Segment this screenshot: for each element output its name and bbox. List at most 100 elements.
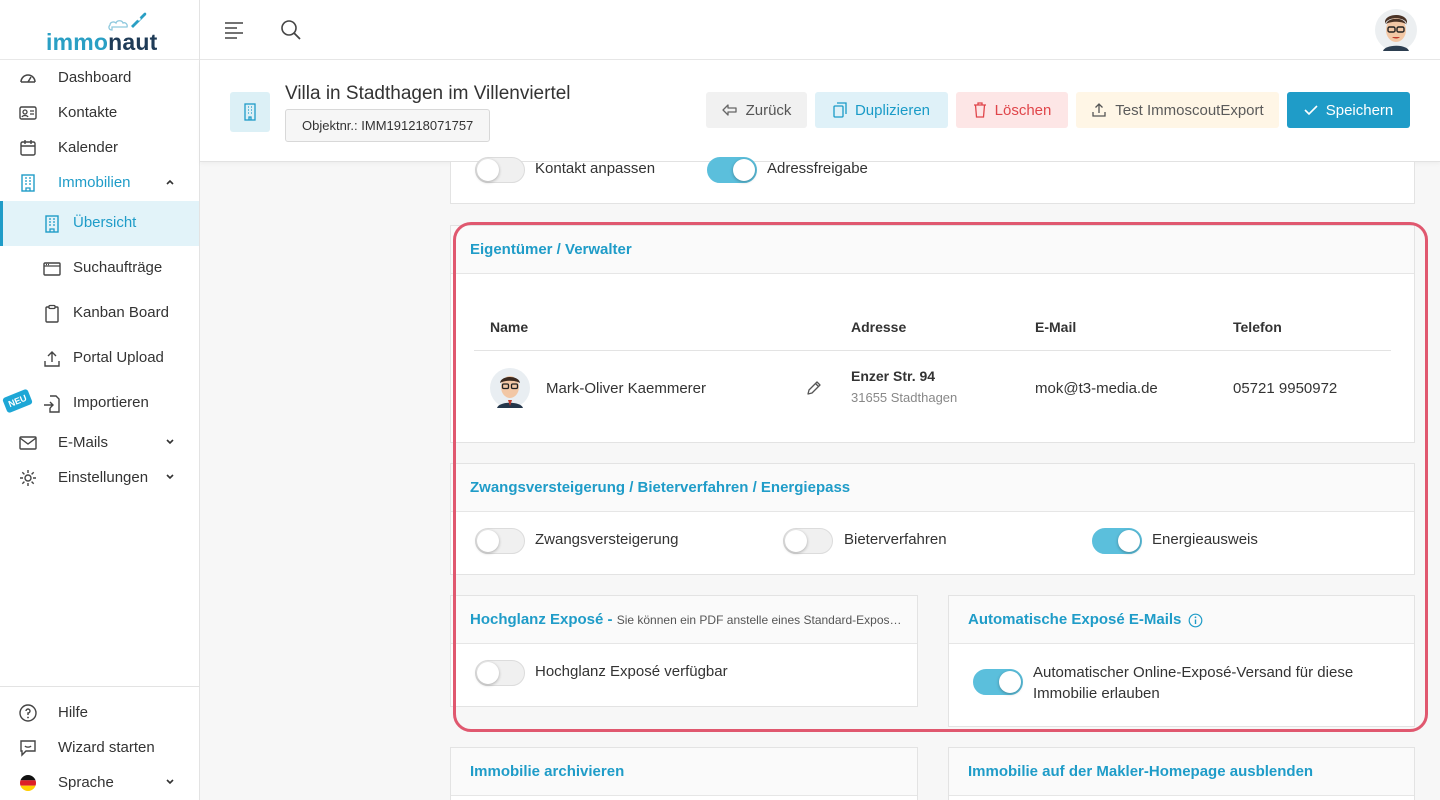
- sidebar-subitem-uebersicht[interactable]: Übersicht: [0, 201, 199, 246]
- sidebar-item-sprache[interactable]: Sprache: [0, 765, 199, 800]
- toggle-auto-expose[interactable]: [973, 669, 1023, 695]
- hide-homepage-title: Immobilie auf der Makler-Homepage ausble…: [968, 763, 1314, 780]
- panel-header: Hochglanz Exposé - Sie können ein PDF an…: [451, 596, 917, 644]
- sidebar-subitem-suchauftraege[interactable]: Suchaufträge: [0, 246, 199, 291]
- hochglanz-title-text: Hochglanz Exposé -: [470, 611, 617, 628]
- browser-icon: [43, 262, 61, 276]
- toggle-label: Automatischer Online-Exposé-Versand für …: [1033, 662, 1353, 704]
- delete-button[interactable]: Löschen: [956, 92, 1068, 128]
- sidebar-subitem-label: Importieren: [73, 394, 149, 411]
- toggle-knob: [477, 662, 499, 684]
- page-header: Villa in Stadthagen im Villenviertel Obj…: [200, 60, 1440, 162]
- chevron-up-icon: [166, 179, 174, 185]
- toggle-knob: [999, 671, 1021, 693]
- toggle-knob: [1118, 530, 1140, 552]
- chat-icon: [20, 740, 36, 757]
- back-label: Zurück: [745, 101, 792, 119]
- hochglanz-title: Hochglanz Exposé - Sie können ein PDF an…: [470, 611, 900, 628]
- hochglanz-subtitle: Sie können ein PDF anstelle eines Standa…: [616, 613, 900, 627]
- logo-text: immonaut: [46, 29, 158, 56]
- dashboard-icon: [20, 74, 36, 83]
- edit-icon[interactable]: [806, 380, 822, 396]
- sidebar-subitem-portal-upload[interactable]: Portal Upload: [0, 336, 199, 381]
- sidebar-subitem-label: Portal Upload: [73, 349, 164, 366]
- auction-panel: Zwangsversteigerung / Bieterverfahren / …: [450, 463, 1415, 575]
- upload-icon: [1092, 103, 1106, 117]
- sidebar-item-hilfe[interactable]: Hilfe: [0, 695, 199, 730]
- chevron-down-icon: [166, 439, 174, 445]
- sidebar-item-einstellungen[interactable]: Einstellungen: [0, 460, 199, 495]
- sidebar-subitem-label: Übersicht: [73, 214, 137, 231]
- logo-part1: immo: [46, 29, 109, 55]
- sidebar-item-kalender[interactable]: Kalender: [0, 130, 199, 165]
- upload-icon: [44, 351, 60, 367]
- help-icon: [19, 704, 37, 722]
- owner-email[interactable]: mok@t3-media.de: [1035, 380, 1158, 397]
- contacts-icon: [19, 106, 37, 120]
- german-flag-icon: [20, 775, 36, 791]
- toggle-label: Energieausweis: [1152, 531, 1258, 548]
- sidebar-item-label: Wizard starten: [58, 739, 155, 756]
- toggle-hochglanz[interactable]: [475, 660, 525, 686]
- info-icon[interactable]: [1188, 613, 1203, 628]
- sidebar-item-label: Kontakte: [58, 104, 118, 121]
- auction-title: Zwangsversteigerung / Bieterverfahren / …: [470, 479, 851, 496]
- sidebar-item-emails[interactable]: E-Mails: [0, 425, 199, 460]
- toggle-bieterverfahren[interactable]: [783, 528, 833, 554]
- archive-panel: Immobilie archivieren: [450, 747, 918, 800]
- panel-header: Zwangsversteigerung / Bieterverfahren / …: [451, 464, 1414, 512]
- export-button[interactable]: Test ImmoscoutExport: [1076, 92, 1279, 128]
- auto-expose-title: Automatische Exposé E-Mails: [968, 611, 1182, 628]
- toggle-label-line1: Automatischer Online-Exposé-Versand für …: [1033, 664, 1354, 681]
- toggle-label: Bieterverfahren: [844, 531, 947, 548]
- sidebar-item-kontakte[interactable]: Kontakte: [0, 95, 199, 130]
- toggle-label: Kontakt anpassen: [535, 160, 656, 177]
- building-icon: [45, 215, 59, 233]
- sidebar-subitem-kanban[interactable]: Kanban Board: [0, 291, 199, 336]
- logo-part2: naut: [108, 29, 158, 55]
- property-badge: [230, 92, 270, 132]
- mail-icon: [19, 436, 37, 450]
- search-icon[interactable]: [280, 19, 302, 41]
- owner-street: Enzer Str. 94: [851, 368, 936, 384]
- toggle-label-line2: Immobilie erlauben: [1033, 685, 1160, 702]
- menu-icon[interactable]: [224, 21, 244, 39]
- hide-homepage-panel: Immobilie auf der Makler-Homepage ausble…: [948, 747, 1415, 800]
- toggle-zwangsversteigerung[interactable]: [475, 528, 525, 554]
- top-bar: [200, 0, 1440, 60]
- sidebar-item-immobilien[interactable]: Immobilien: [0, 165, 199, 200]
- sidebar-item-dashboard[interactable]: Dashboard: [0, 60, 199, 95]
- toggle-knob: [477, 530, 499, 552]
- owner-name: Mark-Oliver Kaemmerer: [546, 380, 707, 397]
- object-number-badge: Objektnr.: IMM191218071757: [285, 109, 491, 142]
- delete-label: Löschen: [994, 101, 1052, 119]
- panel-header: Immobilie auf der Makler-Homepage ausble…: [949, 748, 1414, 796]
- building-icon: [244, 103, 256, 121]
- owner-avatar: [490, 368, 530, 408]
- toggle-adressfreigabe[interactable]: [707, 157, 757, 183]
- sidebar-item-label: Kalender: [58, 139, 119, 156]
- column-phone: Telefon: [1233, 319, 1282, 335]
- sidebar-item-label: Einstellungen: [58, 469, 149, 486]
- clipboard-icon: [45, 304, 59, 323]
- column-name: Name: [490, 319, 529, 335]
- sidebar-subitem-label: Kanban Board: [73, 304, 169, 321]
- owner-phone[interactable]: 05721 9950972: [1233, 380, 1337, 397]
- copy-icon: [833, 102, 847, 118]
- hochglanz-panel: Hochglanz Exposé - Sie können ein PDF an…: [450, 595, 918, 707]
- gear-icon: [20, 470, 36, 486]
- save-button[interactable]: Speichern: [1287, 92, 1410, 128]
- panel-header: Automatische Exposé E-Mails: [949, 596, 1414, 644]
- duplicate-button[interactable]: Duplizieren: [815, 92, 948, 128]
- toggle-knob: [733, 159, 755, 181]
- back-button[interactable]: Zurück: [706, 92, 807, 128]
- avatar[interactable]: [1375, 9, 1417, 51]
- logo[interactable]: immonaut: [0, 0, 199, 60]
- import-icon: [44, 395, 60, 413]
- panel-header: Eigentümer / Verwalter: [451, 226, 1414, 274]
- toggle-kontakt-anpassen[interactable]: [475, 157, 525, 183]
- archive-title: Immobilie archivieren: [470, 763, 625, 780]
- owner-title: Eigentümer / Verwalter: [470, 241, 632, 258]
- toggle-energieausweis[interactable]: [1092, 528, 1142, 554]
- sidebar-item-wizard[interactable]: Wizard starten: [0, 730, 199, 765]
